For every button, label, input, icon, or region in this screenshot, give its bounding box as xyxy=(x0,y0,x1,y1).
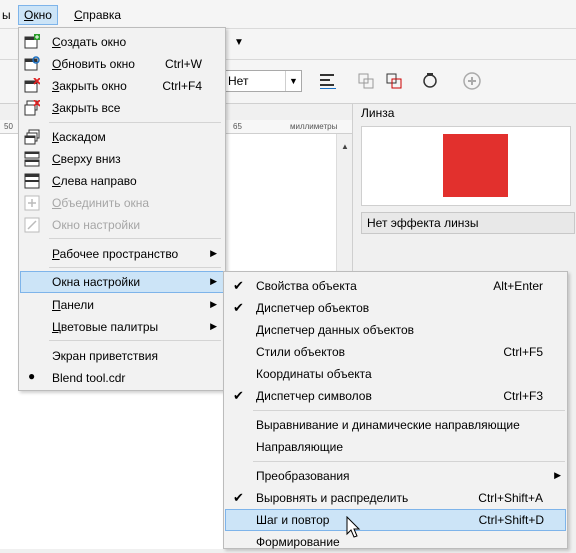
submenu-item-symbol-manager[interactable]: ✔ Диспетчер символов Ctrl+F3 xyxy=(225,385,566,407)
tile-horizontal-icon xyxy=(24,151,40,167)
combine-windows-icon xyxy=(24,195,40,211)
outline-select-value: Нет xyxy=(228,74,249,88)
chevron-right-icon: ▶ xyxy=(210,276,217,286)
window-menu: Создать окно Обновить окно Ctrl+W Закрыт… xyxy=(18,27,226,391)
shortcut: Ctrl+W xyxy=(165,57,202,71)
ruler-mark: 50 xyxy=(4,122,13,131)
menu-window[interactable]: Окно xyxy=(18,5,58,25)
new-window-icon xyxy=(24,34,40,49)
outline-select[interactable]: Нет ▼ xyxy=(222,70,302,92)
menu-item-dockers[interactable]: Окна настройки ▶ xyxy=(20,271,224,293)
docker-window-icon xyxy=(24,217,40,233)
chevron-right-icon: ▶ xyxy=(554,470,561,480)
shortcut: Ctrl+F3 xyxy=(503,389,543,403)
checkmark-icon: ✔ xyxy=(233,300,244,315)
submenu-item-object-data-manager[interactable]: Диспетчер данных объектов xyxy=(225,319,566,341)
submenu-item-align-distribute[interactable]: ✔ Выровнять и распределить Ctrl+Shift+A xyxy=(225,487,566,509)
text-wrap-icon[interactable] xyxy=(318,71,338,91)
checkmark-icon: ✔ xyxy=(233,278,244,293)
shortcut: Ctrl+F5 xyxy=(503,345,543,359)
shortcut: Ctrl+Shift+A xyxy=(478,491,543,505)
dockers-submenu: ✔ Свойства объекта Alt+Enter ✔ Диспетчер… xyxy=(223,271,568,549)
menu-item-close-all[interactable]: Закрыть все xyxy=(20,97,224,119)
submenu-item-step-and-repeat[interactable]: Шаг и повтор Ctrl+Shift+D xyxy=(225,509,566,531)
trim-icon[interactable] xyxy=(384,71,404,91)
menubar: ы Окно Справка xyxy=(0,0,576,29)
menu-item-tile-vertical[interactable]: Слева направо xyxy=(20,170,224,192)
shortcut: Alt+Enter xyxy=(493,279,543,293)
menu-item-workspace[interactable]: Рабочее пространство ▶ xyxy=(20,243,224,265)
menu-separator xyxy=(49,267,221,268)
submenu-item-transformations[interactable]: Преобразования ▶ xyxy=(225,465,566,487)
menu-separator xyxy=(253,410,565,411)
menu-prev[interactable]: ы xyxy=(0,5,16,25)
chevron-down-icon: ▼ xyxy=(285,71,301,91)
lens-swatch xyxy=(443,134,508,197)
menu-item-color-palettes[interactable]: Цветовые палитры ▶ xyxy=(20,316,224,338)
menu-item-toolbars[interactable]: Панели ▶ xyxy=(20,294,224,316)
submenu-item-shaping[interactable]: Формирование xyxy=(225,531,566,553)
menu-separator xyxy=(253,461,565,462)
shortcut: Ctrl+Shift+D xyxy=(478,513,544,527)
tile-vertical-icon xyxy=(24,173,40,189)
weld-icon[interactable] xyxy=(356,71,376,91)
lens-effect-select[interactable]: Нет эффекта линзы xyxy=(361,212,575,234)
refresh-window-icon xyxy=(24,56,40,71)
bullet-icon: ● xyxy=(28,369,36,383)
chevron-right-icon: ▶ xyxy=(210,321,217,331)
menu-item-welcome-screen[interactable]: Экран приветствия xyxy=(20,345,224,367)
docker-title: Линза xyxy=(361,106,395,120)
menu-item-cascade[interactable]: Каскадом xyxy=(20,126,224,148)
mouse-cursor-icon xyxy=(346,516,361,538)
menu-separator xyxy=(49,122,221,123)
menu-item-blend-tool-cdr[interactable]: ● Blend tool.cdr xyxy=(20,367,224,389)
chevron-right-icon: ▶ xyxy=(210,248,217,258)
convert-to-curves-icon[interactable] xyxy=(420,71,440,91)
submenu-item-object-properties[interactable]: ✔ Свойства объекта Alt+Enter xyxy=(225,275,566,297)
add-icon[interactable] xyxy=(462,71,482,91)
menu-item-close-window[interactable]: Закрыть окно Ctrl+F4 xyxy=(20,75,224,97)
ruler-unit: миллиметры xyxy=(290,122,338,131)
menu-item-docker-window: Окно настройки xyxy=(20,214,224,236)
submenu-item-object-manager[interactable]: ✔ Диспетчер объектов xyxy=(225,297,566,319)
menu-item-refresh-window[interactable]: Обновить окно Ctrl+W xyxy=(20,53,224,75)
submenu-item-object-styles[interactable]: Стили объектов Ctrl+F5 xyxy=(225,341,566,363)
menu-item-new-window[interactable]: Создать окно xyxy=(20,31,224,53)
chevron-down-icon[interactable]: ▼ xyxy=(234,37,244,48)
chevron-right-icon: ▶ xyxy=(210,299,217,309)
menu-item-tile-horizontal[interactable]: Сверху вниз xyxy=(20,148,224,170)
menu-item-combine-windows: Объединить окна xyxy=(20,192,224,214)
close-all-icon xyxy=(24,100,40,116)
submenu-item-alignment-dynamic-guides[interactable]: Выравнивание и динамические направляющие xyxy=(225,414,566,436)
lens-preview xyxy=(361,126,571,206)
cascade-icon xyxy=(24,129,40,145)
scroll-up-icon[interactable]: ▲ xyxy=(341,142,349,151)
submenu-item-object-coordinates[interactable]: Координаты объекта xyxy=(225,363,566,385)
menu-separator xyxy=(49,238,221,239)
shortcut: Ctrl+F4 xyxy=(162,79,202,93)
menu-help[interactable]: Справка xyxy=(69,5,126,25)
checkmark-icon: ✔ xyxy=(233,388,244,403)
submenu-item-guidelines[interactable]: Направляющие xyxy=(225,436,566,458)
close-window-icon xyxy=(24,78,40,93)
ruler-mark: 65 xyxy=(233,122,242,131)
checkmark-icon: ✔ xyxy=(233,490,244,505)
menu-separator xyxy=(49,340,221,341)
